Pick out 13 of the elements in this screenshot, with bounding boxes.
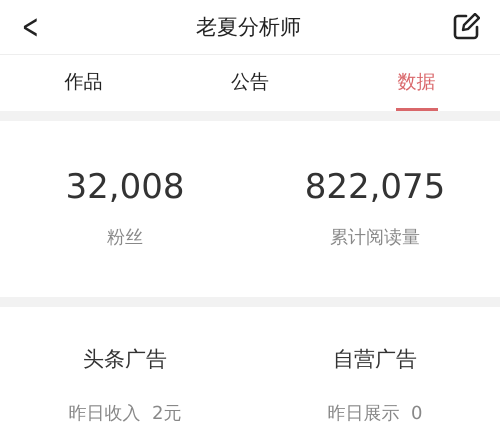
tab[interactable]: 公告: [229, 55, 271, 111]
ad-metric: 昨日展示 0: [328, 402, 422, 425]
tab[interactable]: 作品: [62, 55, 104, 111]
stat-value: 32,008: [66, 167, 184, 207]
stat-value: 822,075: [304, 167, 446, 207]
page-title: 老夏分析师: [196, 14, 301, 41]
ad-metric: 昨日收入 2元: [68, 402, 182, 425]
back-button[interactable]: <: [22, 10, 39, 44]
stat-label: 粉丝: [107, 226, 143, 249]
stat-label: 累计阅读量: [330, 226, 420, 249]
ad-title: 自营广告: [333, 346, 417, 373]
ad-title: 头条广告: [83, 346, 167, 373]
edit-icon[interactable]: [452, 13, 480, 41]
